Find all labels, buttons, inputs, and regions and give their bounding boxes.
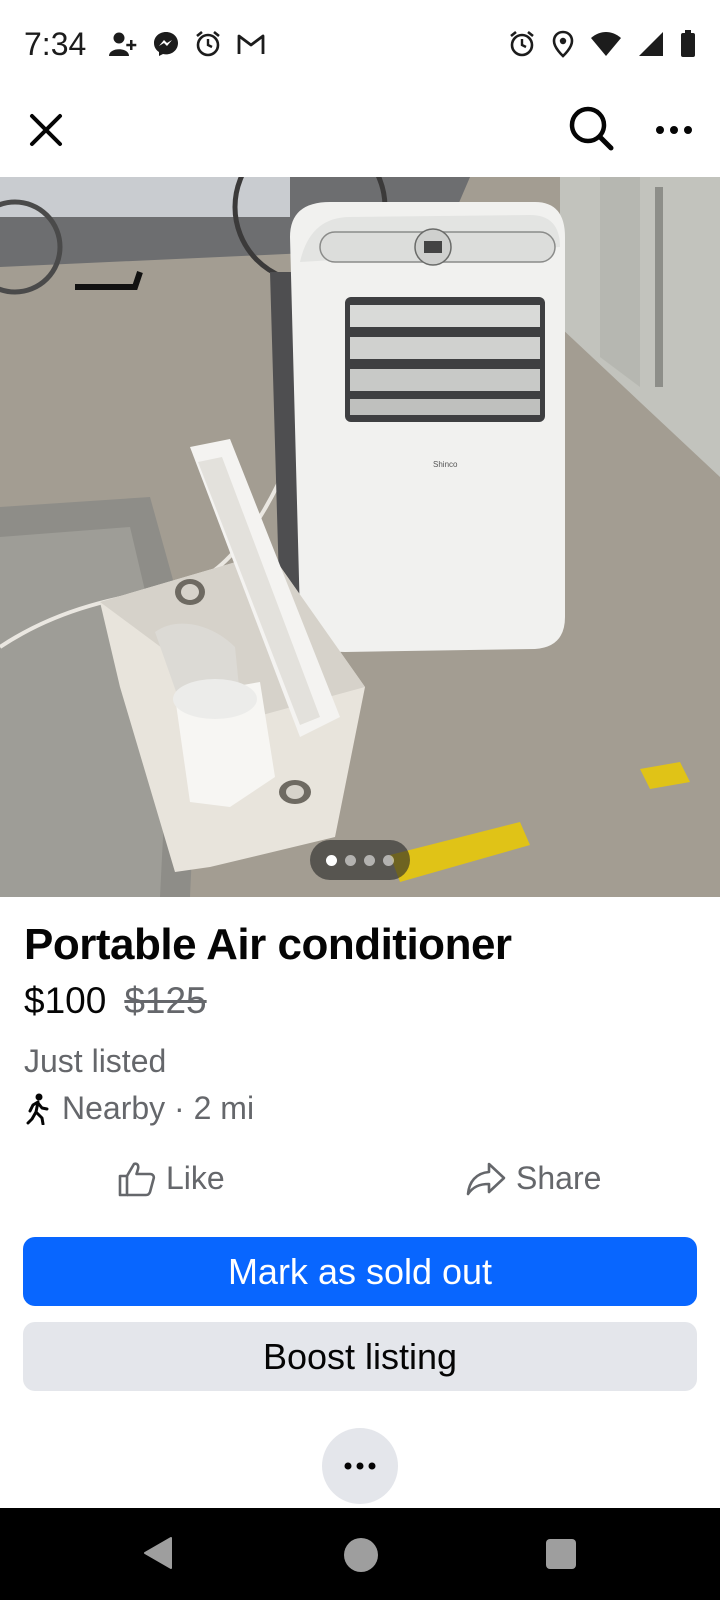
listing-title: Portable Air conditioner: [24, 920, 512, 969]
home-icon[interactable]: [344, 1538, 378, 1572]
recent-apps-icon[interactable]: [546, 1539, 576, 1569]
pager-dot: [383, 854, 394, 866]
listed-status: Just listed: [24, 1043, 167, 1079]
search-button[interactable]: [565, 102, 617, 154]
share-label: Share: [516, 1160, 602, 1196]
pager-dot: [364, 854, 375, 866]
share-icon: [466, 1162, 506, 1195]
boost-listing-button[interactable]: Boost listing: [23, 1322, 697, 1391]
listing-photo[interactable]: Shinco: [0, 177, 720, 897]
location-text: Nearby · 2 mi: [62, 1090, 255, 1126]
search-icon: [569, 106, 614, 151]
alarm-icon: [508, 30, 536, 58]
notification-icons: [108, 30, 266, 58]
current-price: $100: [24, 980, 107, 1021]
price-row: $100 $125: [24, 980, 207, 1022]
photo-illustration: Shinco: [0, 177, 720, 897]
brand-label: Shinco: [433, 460, 458, 469]
wifi-icon: [590, 31, 622, 57]
pager-dot: [345, 854, 356, 866]
back-icon[interactable]: [143, 1536, 173, 1570]
like-button[interactable]: Like: [118, 1160, 225, 1197]
pager-dot-active: [326, 854, 337, 866]
photo-pager[interactable]: [310, 840, 410, 880]
close-icon: [30, 114, 62, 146]
location-row: Nearby · 2 mi: [24, 1090, 254, 1127]
share-button[interactable]: Share: [466, 1160, 601, 1197]
thumbs-up-icon: [118, 1161, 156, 1196]
like-label: Like: [166, 1160, 225, 1196]
top-navigation: [0, 88, 720, 178]
system-icons: [508, 30, 696, 58]
close-button[interactable]: [24, 108, 68, 152]
signal-icon: [638, 31, 664, 57]
location-icon: [552, 30, 574, 58]
battery-icon: [680, 30, 696, 58]
status-bar: 7:34: [0, 0, 720, 88]
more-options-button[interactable]: [650, 108, 698, 152]
more-actions-button[interactable]: [322, 1428, 398, 1504]
alarm-icon: [194, 30, 222, 58]
original-price: $125: [124, 980, 207, 1021]
mark-as-sold-button[interactable]: Mark as sold out: [23, 1237, 697, 1306]
more-horizontal-icon: [344, 1462, 376, 1470]
status-time: 7:34: [24, 25, 87, 62]
more-horizontal-icon: [656, 126, 692, 134]
system-navigation-bar: [0, 1508, 720, 1600]
walking-icon: [26, 1093, 49, 1125]
person-add-icon: [108, 30, 138, 58]
messenger-icon: [152, 30, 180, 58]
gmail-icon: [236, 32, 266, 56]
